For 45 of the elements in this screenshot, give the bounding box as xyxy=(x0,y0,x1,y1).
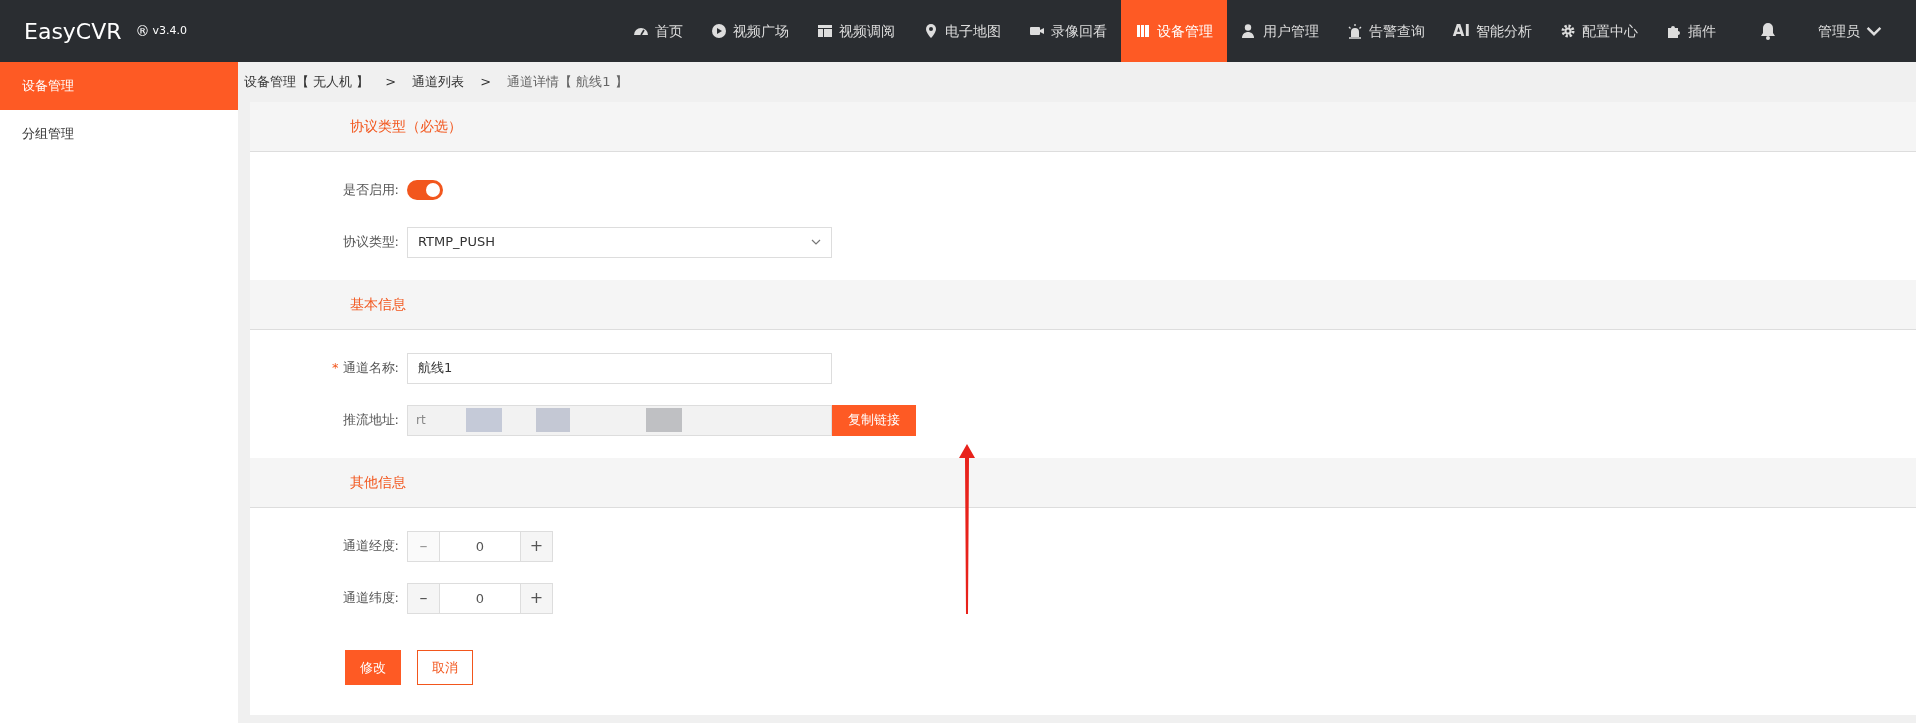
nav-tab[interactable]: 配置中心 xyxy=(1546,0,1652,62)
nav-tab[interactable]: 首页 xyxy=(618,0,697,62)
notification-bell-icon[interactable] xyxy=(1760,22,1776,40)
settings-icon xyxy=(1560,23,1576,39)
plus-button[interactable]: + xyxy=(521,531,552,561)
input-field[interactable]: 航线1 xyxy=(407,352,832,384)
nav-tab[interactable]: 告警查询 xyxy=(1332,0,1439,62)
cancel-button[interactable]: 取消 xyxy=(417,650,473,685)
section-title: 基本信息 xyxy=(350,295,406,314)
nav-tab[interactable]: 用户管理 xyxy=(1226,0,1333,62)
breadcrumb-link[interactable]: 通道列表 xyxy=(412,72,465,92)
required-mark: * xyxy=(332,360,339,376)
registered-mark: ® xyxy=(135,21,150,41)
user-icon xyxy=(1240,23,1257,39)
nav-tab[interactable]: 视频调阅 xyxy=(802,0,909,62)
field-label: 协议类型: xyxy=(341,233,400,252)
chevron-down-icon xyxy=(811,239,821,245)
user-menu[interactable]: 管理员 xyxy=(1804,0,1896,62)
nav-tab[interactable]: 插件 xyxy=(1652,0,1730,62)
brand-name: EasyCVR xyxy=(24,17,122,46)
breadcrumb-separator: > xyxy=(480,73,492,92)
section-title: 协议类型（必选） xyxy=(350,117,462,136)
plus-button[interactable]: + xyxy=(521,583,552,613)
field-label: 通道经度: xyxy=(341,537,400,556)
nav-tab[interactable]: AI 智能分析 xyxy=(1438,0,1546,62)
play-icon xyxy=(710,23,727,39)
field-label: 推流地址: xyxy=(341,411,400,430)
nav-tab[interactable]: 录像回看 xyxy=(1014,0,1121,62)
protocol-select[interactable]: RTMP_PUSH xyxy=(407,226,832,258)
alarm-light-icon xyxy=(1346,23,1363,39)
toggle-switch[interactable] xyxy=(407,180,443,200)
version-label: v3.4.0 xyxy=(152,22,188,39)
minus-button[interactable]: – xyxy=(408,583,439,613)
layout-icon xyxy=(816,23,833,39)
section-title: 其他信息 xyxy=(350,473,406,492)
field-label: 通道纬度: xyxy=(341,589,400,608)
nav-tab[interactable]: 视频广场 xyxy=(696,0,803,62)
ai-icon: AI xyxy=(1452,19,1470,43)
breadcrumb-separator: > xyxy=(385,73,397,92)
field-label: * 通道名称: xyxy=(331,359,400,378)
breadcrumb-link[interactable]: 设备管理【 无人机 】 xyxy=(244,72,370,92)
puzzle-icon xyxy=(1666,23,1682,39)
books-icon xyxy=(1134,23,1151,39)
nav-tab[interactable]: 电子地图 xyxy=(908,0,1015,62)
field-label: 是否启用: xyxy=(341,181,400,200)
